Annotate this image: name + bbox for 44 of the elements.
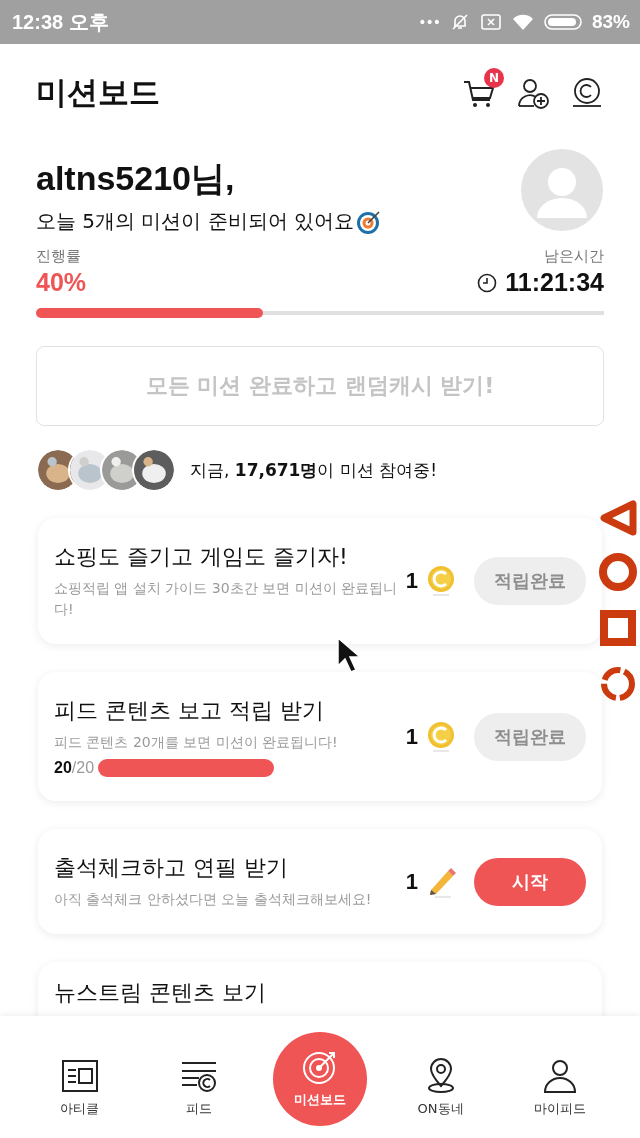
clock-icon (477, 272, 498, 293)
mission-description: 쇼핑적립 앱 설치 가이드 30초간 보면 미션이 완료됩니다! (54, 579, 398, 619)
time-left: 11:21:34 (505, 268, 604, 297)
mission-title: 쇼핑도 즐기고 게임도 즐기자! (54, 543, 348, 571)
coin-icon (426, 720, 456, 753)
battery-percent: 83% (591, 11, 630, 33)
greeting-message: 오늘 5개의 미션이 준비되어 있어요 (36, 208, 355, 235)
new-badge: N (484, 68, 504, 88)
mission-title: 피드 콘텐츠 보고 적립 받기 (54, 697, 324, 725)
progress-value: 40% (36, 268, 87, 297)
nav-item[interactable]: 마이피드 (514, 1058, 607, 1118)
coin-icon[interactable] (570, 76, 604, 110)
mission-title: 출석체크하고 연필 받기 (54, 854, 288, 882)
nav-item[interactable]: 아티클 (33, 1058, 126, 1118)
time-left-label: 남은시간 (544, 247, 604, 266)
mission-title: 뉴스트림 콘텐츠 보기 (54, 979, 266, 1007)
mission-card[interactable]: 뉴스트림 콘텐츠 보기 (38, 962, 602, 1018)
recents-icon[interactable] (598, 608, 638, 648)
home-icon[interactable] (598, 552, 638, 592)
article-icon (59, 1058, 100, 1094)
back-icon[interactable] (598, 500, 638, 536)
target-icon (356, 208, 383, 235)
mission-count: 20/20 (54, 759, 95, 777)
wifi-icon (511, 13, 534, 31)
reward-amount: 1 (405, 568, 418, 594)
battery-icon (543, 13, 582, 31)
mission-card[interactable]: 쇼핑도 즐기고 게임도 즐기자! 쇼핑적립 앱 설치 가이드 30초간 보면 미션이 완료됩니다! 1 적립완료 (38, 518, 602, 644)
loading-icon[interactable] (598, 664, 638, 704)
status-dots: ••• (418, 14, 440, 30)
coin-icon (426, 565, 456, 597)
status-time: 12:38 오후 (12, 9, 109, 35)
nav-item[interactable]: ON동네 (394, 1058, 487, 1118)
reward-amount: 1 (405, 723, 418, 750)
user-name: altns5210님, (36, 158, 236, 199)
add-friend-icon[interactable] (516, 76, 550, 110)
progress-label: 진행률 (36, 247, 82, 266)
mission-card[interactable]: 출석체크하고 연필 받기 아직 출석체크 안하셨다면 오늘 출석체크해보세요! 1 시작 (38, 829, 602, 934)
mission-description: 피드 콘텐츠 20개를 보면 미션이 완료됩니다! (54, 733, 339, 752)
page-title: 미션보드 (36, 73, 160, 112)
sim-icon (479, 13, 502, 31)
reward-amount: 1 (405, 868, 418, 895)
nav-item[interactable]: 피드 (153, 1058, 246, 1118)
participants-text: 지금, 17,671명이 미션 참여중! (190, 458, 438, 482)
mission-description: 아직 출석체크 안하셨다면 오늘 출석체크해보세요! (54, 890, 373, 909)
